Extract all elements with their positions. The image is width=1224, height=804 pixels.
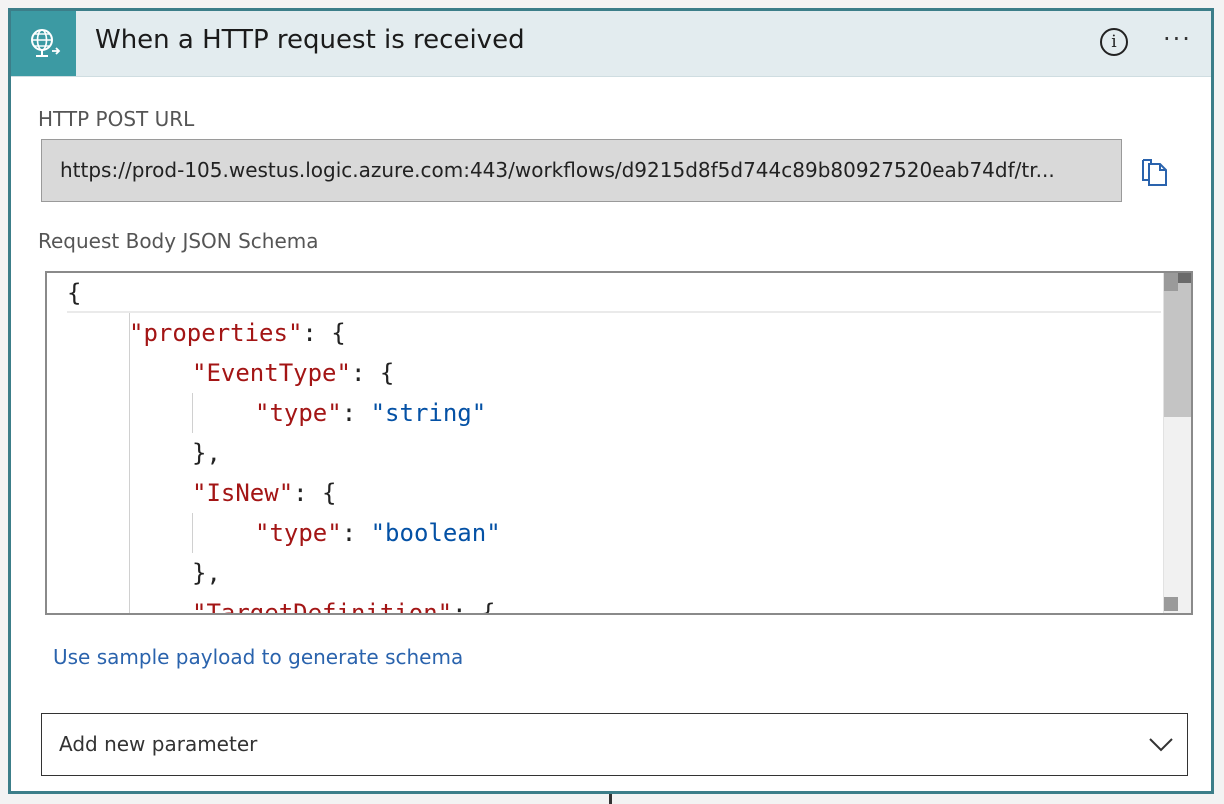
json-schema-editor[interactable]: { "properties": { "EventType": { "type":… <box>45 271 1193 615</box>
flow-connector-line <box>609 794 612 804</box>
trigger-header[interactable]: When a HTTP request is received i ··· <box>11 11 1211 77</box>
editor-scrollbar[interactable] <box>1163 273 1191 613</box>
indent-guide <box>129 313 130 613</box>
more-options-button[interactable]: ··· <box>1163 25 1192 53</box>
add-new-parameter-dropdown[interactable]: Add new parameter <box>41 713 1188 776</box>
info-icon[interactable]: i <box>1100 28 1128 56</box>
trigger-card: When a HTTP request is received i ··· HT… <box>8 8 1214 794</box>
code-line: "type": "string" <box>255 399 487 427</box>
code-line: "IsNew": { <box>192 479 337 507</box>
code-line: { <box>67 279 82 307</box>
code-line: "properties": { <box>129 319 346 347</box>
code-line: "TargetDefinition": { <box>192 599 496 615</box>
code-line: }, <box>192 559 221 587</box>
indent-guide <box>192 393 193 433</box>
indent-guide <box>192 513 193 553</box>
chevron-down-icon <box>1149 738 1173 752</box>
add-param-label: Add new parameter <box>59 732 258 756</box>
code-line: "EventType": { <box>192 359 395 387</box>
schema-label: Request Body JSON Schema <box>38 229 319 253</box>
url-label: HTTP POST URL <box>38 107 195 131</box>
scrollbar-thumb[interactable] <box>1164 283 1191 417</box>
overview-ruler-mark <box>1164 597 1178 611</box>
trigger-title: When a HTTP request is received <box>95 25 525 55</box>
code-line: "type": "boolean" <box>255 519 501 547</box>
http-post-url-field[interactable]: https://prod-105.westus.logic.azure.com:… <box>41 139 1122 202</box>
globe-request-icon <box>11 11 76 76</box>
copy-icon[interactable] <box>1138 154 1172 188</box>
code-line: }, <box>192 439 221 467</box>
overview-ruler-mark <box>1164 273 1178 291</box>
use-sample-payload-link[interactable]: Use sample payload to generate schema <box>53 645 463 669</box>
code-area[interactable]: { "properties": { "EventType": { "type":… <box>67 273 1161 613</box>
